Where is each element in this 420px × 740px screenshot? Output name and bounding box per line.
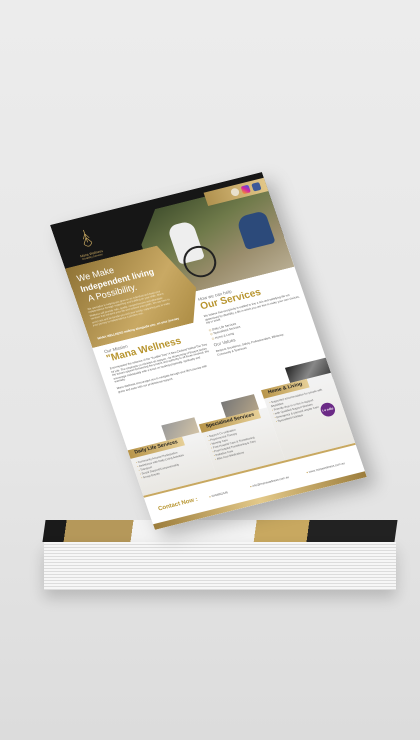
website-text[interactable]: www.manawellness.com.au — [306, 461, 345, 474]
instagram-icon[interactable] — [240, 184, 251, 195]
stack-paper-edges — [44, 542, 396, 590]
email-text[interactable]: info@manawellness.com.au — [249, 475, 290, 489]
flyer-stack — [42, 520, 398, 592]
flyer: Mana Wellness Disability Services We Mak… — [50, 172, 367, 530]
carer-person — [235, 210, 275, 249]
phone-text[interactable]: 0448802446 — [208, 490, 229, 498]
tree-logo-icon — [83, 229, 93, 247]
contact-label: Contact Now : — [157, 496, 199, 513]
globe-icon[interactable] — [229, 187, 241, 197]
stack-top-flyer — [42, 520, 398, 542]
facebook-icon[interactable] — [251, 182, 262, 192]
